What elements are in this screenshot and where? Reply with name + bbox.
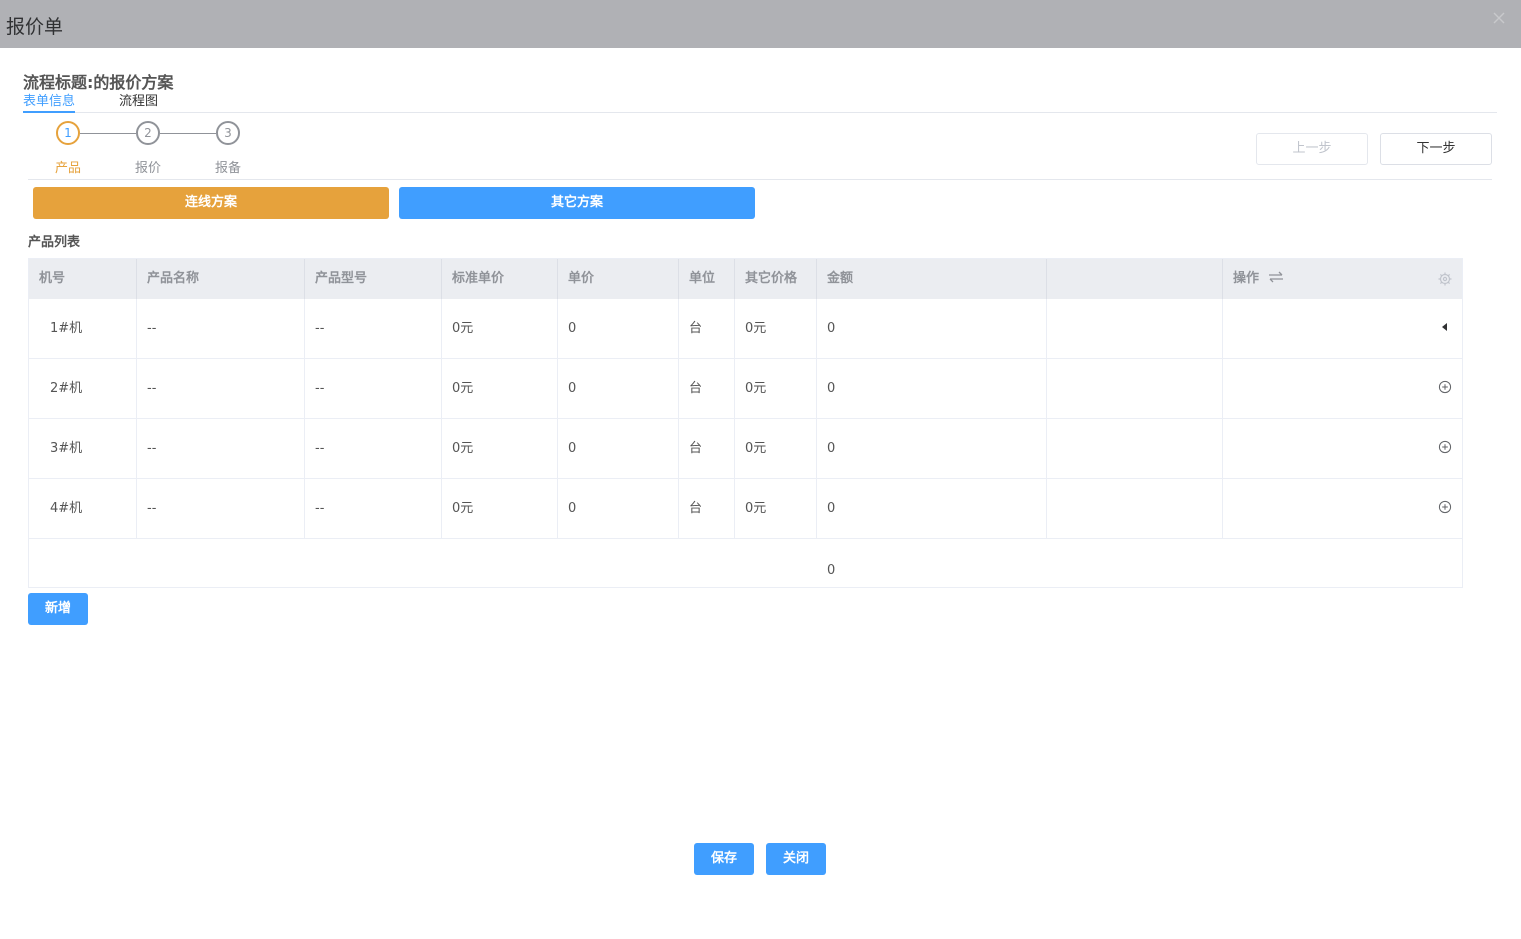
cell-action: [1223, 359, 1462, 419]
swap-icon[interactable]: [1268, 271, 1284, 283]
step-1-label: 产品: [54, 161, 81, 176]
cell-unit-price: 0: [558, 299, 679, 359]
cell-product-name: --: [137, 299, 305, 359]
tab-form-info[interactable]: 表单信息: [23, 94, 76, 113]
other-plan-button[interactable]: 其它方案: [399, 187, 755, 219]
total-amount: 0: [827, 563, 836, 578]
cell-machine: 2#机: [29, 359, 137, 419]
cell-other-price: 0元: [735, 419, 817, 479]
page-title: 流程标题:的报价方案: [23, 73, 174, 92]
cell-product-model: --: [305, 299, 442, 359]
cell-standard-price: 0元: [442, 359, 558, 419]
cell-product-model: --: [305, 359, 442, 419]
col-machine: 机号: [29, 259, 137, 299]
cell-amount: 0: [817, 359, 1047, 419]
step-2-label: 报价: [134, 161, 161, 176]
cell-blank: [1047, 479, 1223, 539]
table-summary-row: 0: [29, 539, 1462, 587]
circle-plus-icon[interactable]: [1438, 380, 1452, 394]
cell-unit: 台: [679, 419, 735, 479]
cell-unit: 台: [679, 299, 735, 359]
col-unit: 单位: [679, 259, 735, 299]
cell-blank: [1047, 299, 1223, 359]
circle-plus-icon[interactable]: [1438, 440, 1452, 454]
caret-left-icon[interactable]: [1438, 320, 1452, 334]
col-unit-price: 单价: [558, 259, 679, 299]
connected-plan-button[interactable]: 连线方案: [33, 187, 389, 219]
step-3-label: 报备: [214, 161, 241, 176]
product-table: 机号 产品名称 产品型号 标准单价 单价 单位 其它价格 金额 操作 1#机 -…: [28, 258, 1463, 588]
step-1-circle[interactable]: 1: [56, 121, 80, 145]
steps-indicator: 1 2 3 产品 报价 报备: [40, 121, 260, 176]
cell-blank: [1047, 359, 1223, 419]
table-row: 1#机 -- -- 0元 0 台 0元 0: [29, 299, 1462, 359]
cell-product-name: --: [137, 419, 305, 479]
cell-amount: 0: [817, 299, 1047, 359]
col-action-label: 操作: [1233, 271, 1260, 286]
table-row: 3#机 -- -- 0元 0 台 0元 0: [29, 419, 1462, 479]
add-button[interactable]: 新增: [28, 593, 88, 625]
tab-flowchart[interactable]: 流程图: [119, 94, 158, 113]
save-button[interactable]: 保存: [694, 843, 754, 875]
step-2-circle[interactable]: 2: [136, 121, 160, 145]
dialog-titlebar: 报价单: [0, 0, 1521, 48]
close-icon[interactable]: [1491, 10, 1507, 26]
step-connector: [160, 133, 216, 134]
circle-plus-icon[interactable]: [1438, 500, 1452, 514]
col-product-name: 产品名称: [137, 259, 305, 299]
col-other-price: 其它价格: [735, 259, 817, 299]
cell-action: [1223, 419, 1462, 479]
cell-standard-price: 0元: [442, 479, 558, 539]
cell-other-price: 0元: [735, 479, 817, 539]
cell-machine: 3#机: [29, 419, 137, 479]
cell-unit: 台: [679, 359, 735, 419]
cell-blank: [1047, 419, 1223, 479]
dialog-title: 报价单: [6, 16, 64, 38]
col-standard-price: 标准单价: [442, 259, 558, 299]
cell-amount: 0: [817, 479, 1047, 539]
product-list-label: 产品列表: [28, 235, 81, 250]
cell-product-name: --: [137, 359, 305, 419]
cell-unit-price: 0: [558, 419, 679, 479]
cell-product-name: --: [137, 479, 305, 539]
divider: [28, 179, 1492, 180]
cell-product-model: --: [305, 419, 442, 479]
table-row: 4#机 -- -- 0元 0 台 0元 0: [29, 479, 1462, 539]
col-action: 操作: [1223, 259, 1462, 299]
col-blank: [1047, 259, 1223, 299]
cell-unit: 台: [679, 479, 735, 539]
cell-unit-price: 0: [558, 479, 679, 539]
cell-other-price: 0元: [735, 299, 817, 359]
cell-machine: 1#机: [29, 299, 137, 359]
cell-action: [1223, 299, 1462, 359]
cell-standard-price: 0元: [442, 419, 558, 479]
next-step-button[interactable]: 下一步: [1380, 133, 1492, 165]
table-header: 机号 产品名称 产品型号 标准单价 单价 单位 其它价格 金额 操作: [29, 259, 1462, 299]
cell-standard-price: 0元: [442, 299, 558, 359]
step-connector: [80, 133, 136, 134]
col-product-model: 产品型号: [305, 259, 442, 299]
gear-icon[interactable]: [1438, 272, 1452, 286]
tab-bar: 表单信息 流程图: [23, 94, 1497, 113]
table-row: 2#机 -- -- 0元 0 台 0元 0: [29, 359, 1462, 419]
cell-action: [1223, 479, 1462, 539]
col-amount: 金额: [817, 259, 1047, 299]
cell-machine: 4#机: [29, 479, 137, 539]
prev-step-button[interactable]: 上一步: [1256, 133, 1368, 165]
cell-product-model: --: [305, 479, 442, 539]
step-3-circle[interactable]: 3: [216, 121, 240, 145]
cell-unit-price: 0: [558, 359, 679, 419]
close-button[interactable]: 关闭: [766, 843, 826, 875]
cell-other-price: 0元: [735, 359, 817, 419]
cell-amount: 0: [817, 419, 1047, 479]
